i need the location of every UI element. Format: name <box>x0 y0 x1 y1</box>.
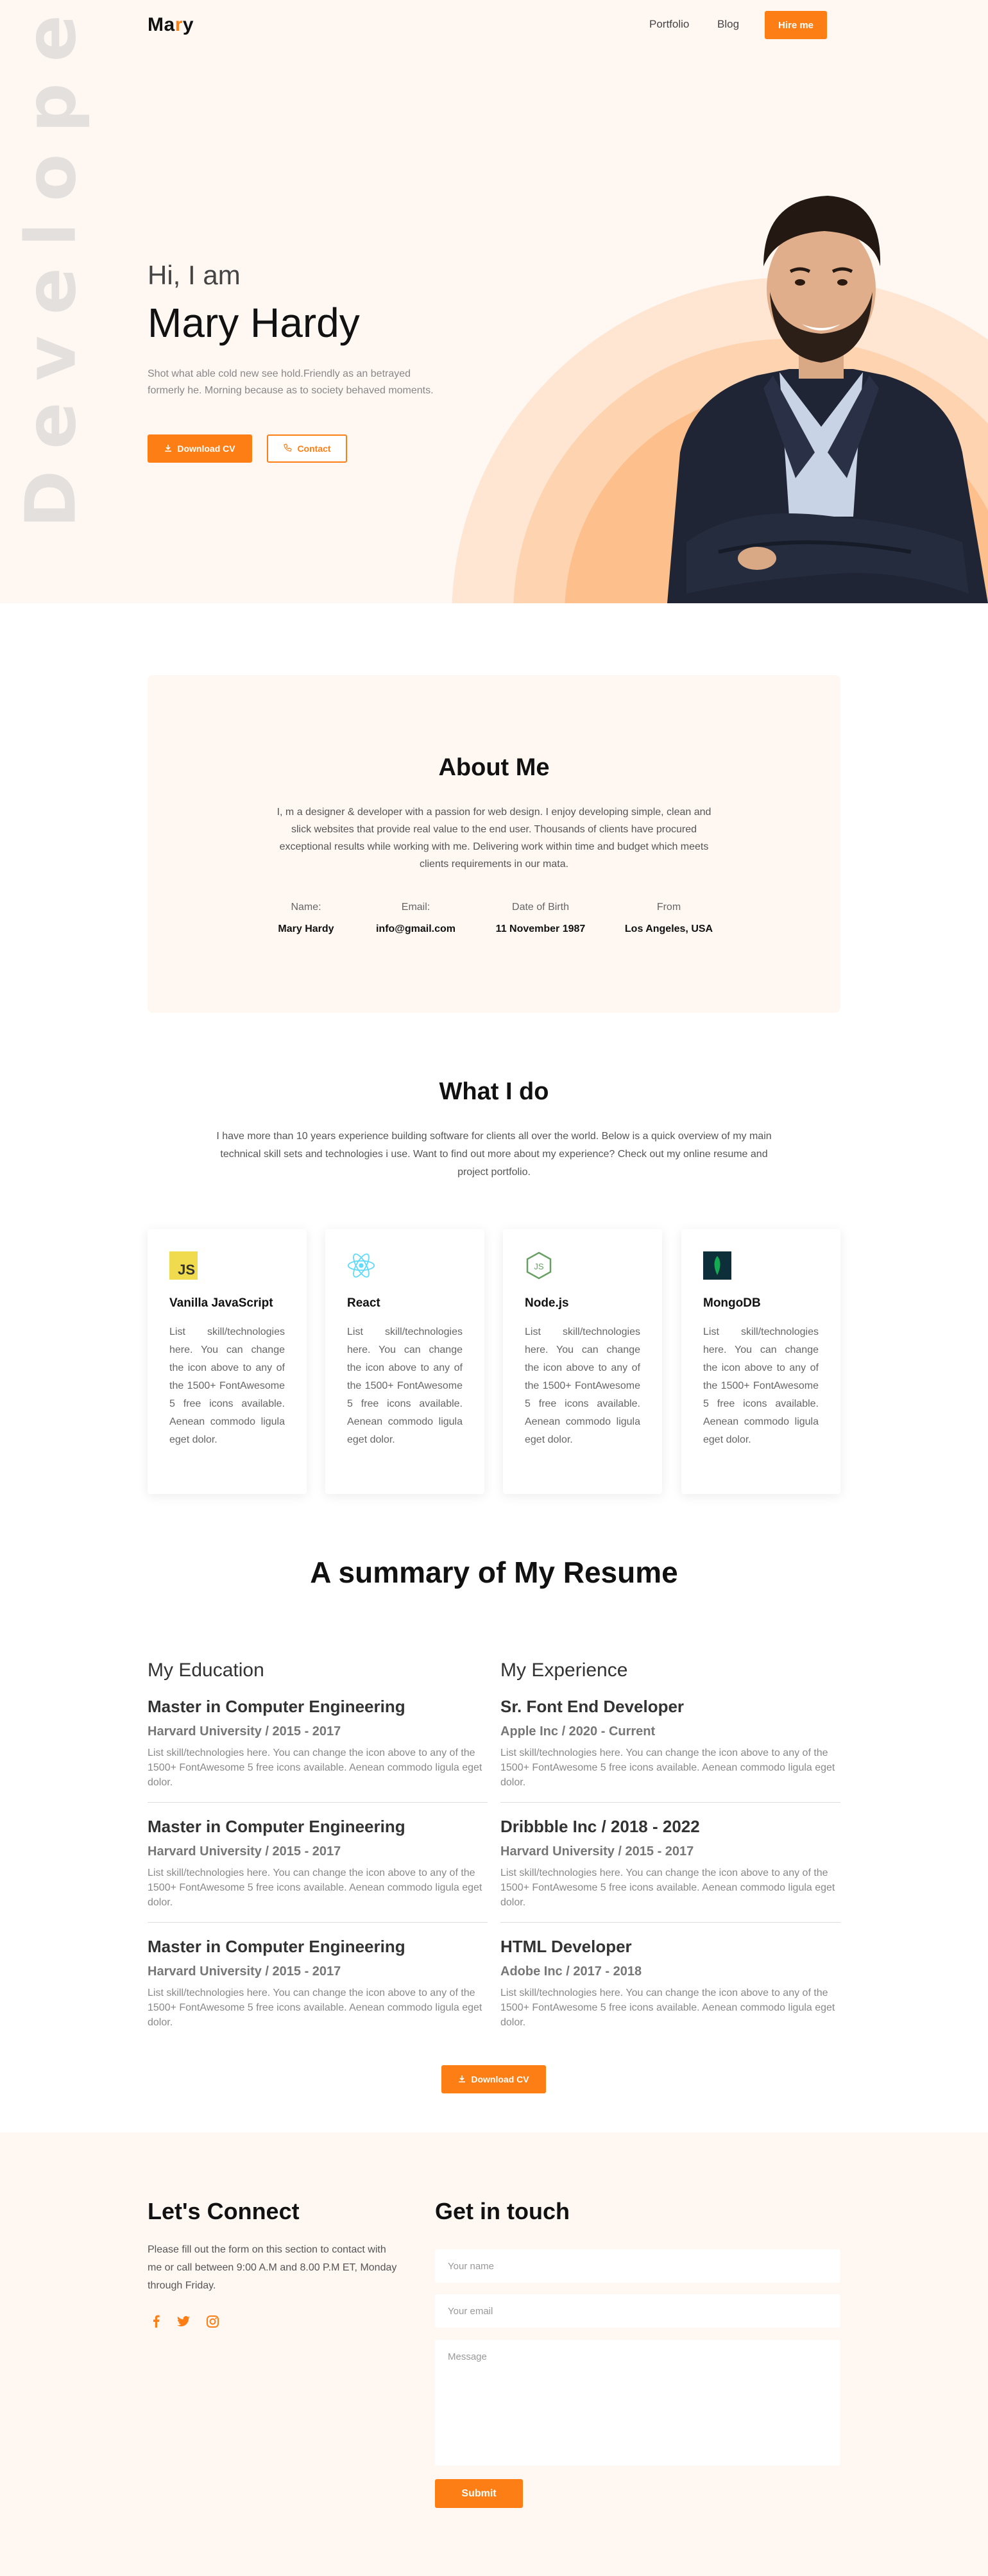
info-label: From <box>656 902 681 913</box>
logo-text-accent: r <box>175 14 183 35</box>
submit-button[interactable]: Submit <box>435 2479 523 2508</box>
info-value: info@gmail.com <box>375 923 456 934</box>
twitter-icon[interactable] <box>176 2314 191 2328</box>
svg-text:JS: JS <box>178 1262 195 1278</box>
hero-download-label: Download CV <box>177 443 235 454</box>
javascript-icon: JS <box>169 1251 198 1280</box>
name-input[interactable]: Your name <box>435 2249 840 2283</box>
skill-name: Vanilla JavaScript <box>169 1296 273 1310</box>
connect-title: Let's Connect <box>148 2198 300 2224</box>
facebook-icon[interactable] <box>149 2314 163 2328</box>
info-label: Name: <box>291 902 321 913</box>
what-i-do-text: I have more than 10 years experience bui… <box>216 1131 772 1178</box>
education-item: Master in Computer Engineering Harvard U… <box>148 1817 488 1910</box>
resume-item-title: Sr. Font End Developer <box>500 1697 685 1716</box>
about-info-from: From Los Angeles, USA <box>616 902 722 935</box>
nav-link-blog[interactable]: Blog <box>717 18 739 31</box>
hero-greeting: Hi, I am <box>148 260 241 290</box>
hire-me-button[interactable]: Hire me <box>765 11 827 39</box>
info-value: Mary Hardy <box>278 923 334 934</box>
hero-download-cv-button[interactable]: Download CV <box>148 434 252 463</box>
svg-text:JS: JS <box>534 1262 544 1271</box>
hero-vertical-word: Developer <box>11 0 92 528</box>
nav-link-portfolio[interactable]: Portfolio <box>649 18 689 31</box>
divider <box>148 1802 488 1803</box>
about-info-name: Name: Mary Hardy <box>271 902 341 935</box>
resume-item-title: Master in Computer Engineering <box>148 1697 405 1716</box>
what-i-do-title: What I do <box>439 1078 549 1105</box>
skill-description: List skill/technologies here. You can ch… <box>169 1327 285 1445</box>
resume-item-subtitle: Harvard University / 2015 - 2017 <box>500 1844 694 1859</box>
education-item: Master in Computer Engineering Harvard U… <box>148 1937 488 2030</box>
info-label: Email: <box>401 902 430 913</box>
phone-icon <box>283 443 293 454</box>
connect-text: Please fill out the form on this section… <box>148 2244 397 2291</box>
resume-item-description: List skill/technologies here. You can ch… <box>148 1747 482 1788</box>
download-icon <box>164 443 172 454</box>
resume-title: A summary of My Resume <box>310 1556 678 1589</box>
site-logo[interactable]: Mary <box>148 14 194 36</box>
hero-contact-label: Contact <box>297 443 331 454</box>
instagram-icon[interactable] <box>205 2314 219 2328</box>
about-title: About Me <box>438 754 550 781</box>
divider <box>500 1922 840 1923</box>
react-icon <box>347 1251 375 1280</box>
education-item: Master in Computer Engineering Harvard U… <box>148 1697 488 1790</box>
experience-item: Sr. Font End Developer Apple Inc / 2020 … <box>500 1697 840 1790</box>
hero-name: Mary Hardy <box>148 300 360 346</box>
resume-item-description: List skill/technologies here. You can ch… <box>500 1747 835 1788</box>
hero-contact-button[interactable]: Contact <box>267 434 347 463</box>
hero-description: Shot what able cold new see hold.Friendl… <box>148 368 434 396</box>
nodejs-icon: JS <box>525 1251 553 1280</box>
resume-item-title: HTML Developer <box>500 1937 632 1956</box>
about-info-email: Email: info@gmail.com <box>362 902 469 935</box>
experience-item: HTML Developer Adobe Inc / 2017 - 2018 L… <box>500 1937 840 2030</box>
divider <box>148 1922 488 1923</box>
hero-section: Developer Hi, I am Mary Hardy Shot what … <box>0 0 988 603</box>
message-textarea[interactable]: Message <box>435 2340 840 2466</box>
resume-item-description: List skill/technologies here. You can ch… <box>148 1988 482 2028</box>
resume-item-subtitle: Harvard University / 2015 - 2017 <box>148 1844 341 1859</box>
skill-card-javascript: JS Vanilla JavaScript List skill/technol… <box>148 1229 307 1494</box>
download-icon <box>458 2074 466 2084</box>
experience-title: My Experience <box>500 1660 628 1681</box>
about-text: I, m a designer & developer with a passi… <box>277 807 711 870</box>
experience-item: Dribbble Inc / 2018 - 2022 Harvard Unive… <box>500 1817 840 1910</box>
mongodb-icon <box>703 1251 731 1280</box>
skill-name: React <box>347 1296 380 1310</box>
skill-name: MongoDB <box>703 1296 761 1310</box>
education-title: My Education <box>148 1660 264 1681</box>
skill-description: List skill/technologies here. You can ch… <box>347 1327 463 1445</box>
get-in-touch-title: Get in touch <box>435 2198 570 2224</box>
resume-item-title: Dribbble Inc / 2018 - 2022 <box>500 1817 700 1836</box>
skill-card-mongodb: MongoDB List skill/technologies here. Yo… <box>681 1229 840 1494</box>
resume-download-label: Download CV <box>471 2074 529 2084</box>
top-navbar: Mary Portfolio Blog Hire me <box>0 0 988 51</box>
hero-portrait-image <box>667 196 988 603</box>
info-value: 11 November 1987 <box>495 923 586 934</box>
skill-description: List skill/technologies here. You can ch… <box>703 1327 819 1445</box>
logo-text-end: y <box>182 14 194 35</box>
resume-item-subtitle: Harvard University / 2015 - 2017 <box>148 1724 341 1739</box>
resume-item-description: List skill/technologies here. You can ch… <box>500 1868 835 1908</box>
resume-download-cv-button[interactable]: Download CV <box>441 2065 546 2093</box>
resume-item-title: Master in Computer Engineering <box>148 1937 405 1956</box>
logo-text-start: Ma <box>148 14 175 35</box>
skill-name: Node.js <box>525 1296 569 1310</box>
about-info-dob: Date of Birth 11 November 1987 <box>484 902 597 935</box>
skill-card-nodejs: JS Node.js List skill/technologies here.… <box>503 1229 662 1494</box>
skill-description: List skill/technologies here. You can ch… <box>525 1327 640 1445</box>
resume-item-description: List skill/technologies here. You can ch… <box>500 1988 835 2028</box>
email-input[interactable]: Your email <box>435 2294 840 2328</box>
resume-item-subtitle: Apple Inc / 2020 - Current <box>500 1724 656 1739</box>
resume-item-title: Master in Computer Engineering <box>148 1817 405 1836</box>
divider <box>500 1802 840 1803</box>
resume-item-description: List skill/technologies here. You can ch… <box>148 1868 482 1908</box>
skill-card-react: React List skill/technologies here. You … <box>325 1229 484 1494</box>
info-value: Los Angeles, USA <box>624 923 713 934</box>
resume-item-subtitle: Adobe Inc / 2017 - 2018 <box>500 1964 642 1979</box>
info-label: Date of Birth <box>512 902 569 913</box>
resume-item-subtitle: Harvard University / 2015 - 2017 <box>148 1964 341 1979</box>
